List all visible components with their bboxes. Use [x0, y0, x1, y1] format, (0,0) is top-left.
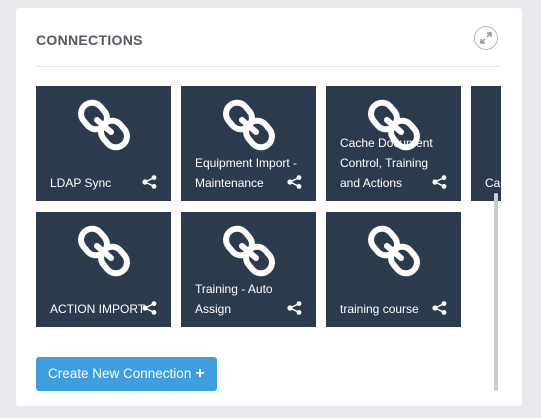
connection-label: Training - Auto Assign — [195, 282, 273, 316]
connections-panel: CONNECTIONS LDAP Sync Equipment Import -… — [16, 8, 522, 406]
expand-button[interactable] — [474, 26, 498, 50]
chain-link-icon — [77, 98, 131, 152]
connection-tile[interactable]: Training - Auto Assign — [181, 212, 316, 327]
header-divider — [36, 66, 500, 67]
connection-label: Cache Tasks Rules — [485, 176, 501, 190]
connection-tile[interactable]: Equipment Import - Maintenance — [181, 86, 316, 201]
connection-label: Cache Document Control, Training and Act… — [340, 136, 433, 190]
create-connection-label: Create New Connection — [48, 366, 192, 381]
connection-label: Equipment Import - Maintenance — [195, 156, 298, 190]
chain-link-icon — [77, 224, 131, 278]
create-connection-button[interactable]: Create New Connection + — [36, 357, 217, 391]
chain-link-icon — [222, 98, 276, 152]
panel-title: CONNECTIONS — [36, 32, 143, 48]
connection-label: ACTION IMPORT — [50, 302, 146, 316]
chain-link-icon — [222, 224, 276, 278]
share-nodes-icon[interactable] — [142, 301, 158, 315]
connection-tile[interactable]: training course — [326, 212, 461, 327]
connection-tile[interactable]: Cache Document Control, Training and Act… — [326, 86, 461, 201]
share-nodes-icon[interactable] — [142, 175, 158, 189]
share-nodes-icon[interactable] — [287, 175, 303, 189]
chain-link-icon — [367, 224, 421, 278]
vertical-scrollbar[interactable] — [494, 193, 498, 391]
connection-tile[interactable]: ACTION IMPORT — [36, 212, 171, 327]
share-nodes-icon[interactable] — [287, 301, 303, 315]
expand-arrows-icon — [480, 32, 492, 44]
share-nodes-icon[interactable] — [432, 175, 448, 189]
connection-label: LDAP Sync — [50, 176, 112, 190]
scrollbar-thumb[interactable] — [494, 193, 498, 391]
connection-label: training course — [340, 302, 419, 316]
share-nodes-icon[interactable] — [432, 301, 448, 315]
plus-icon: + — [195, 365, 205, 382]
connection-tile[interactable]: LDAP Sync — [36, 86, 171, 201]
connections-grid: LDAP Sync Equipment Import - Maintenance… — [36, 86, 501, 346]
connection-tile[interactable]: Cache Tasks Rules — [471, 86, 501, 201]
